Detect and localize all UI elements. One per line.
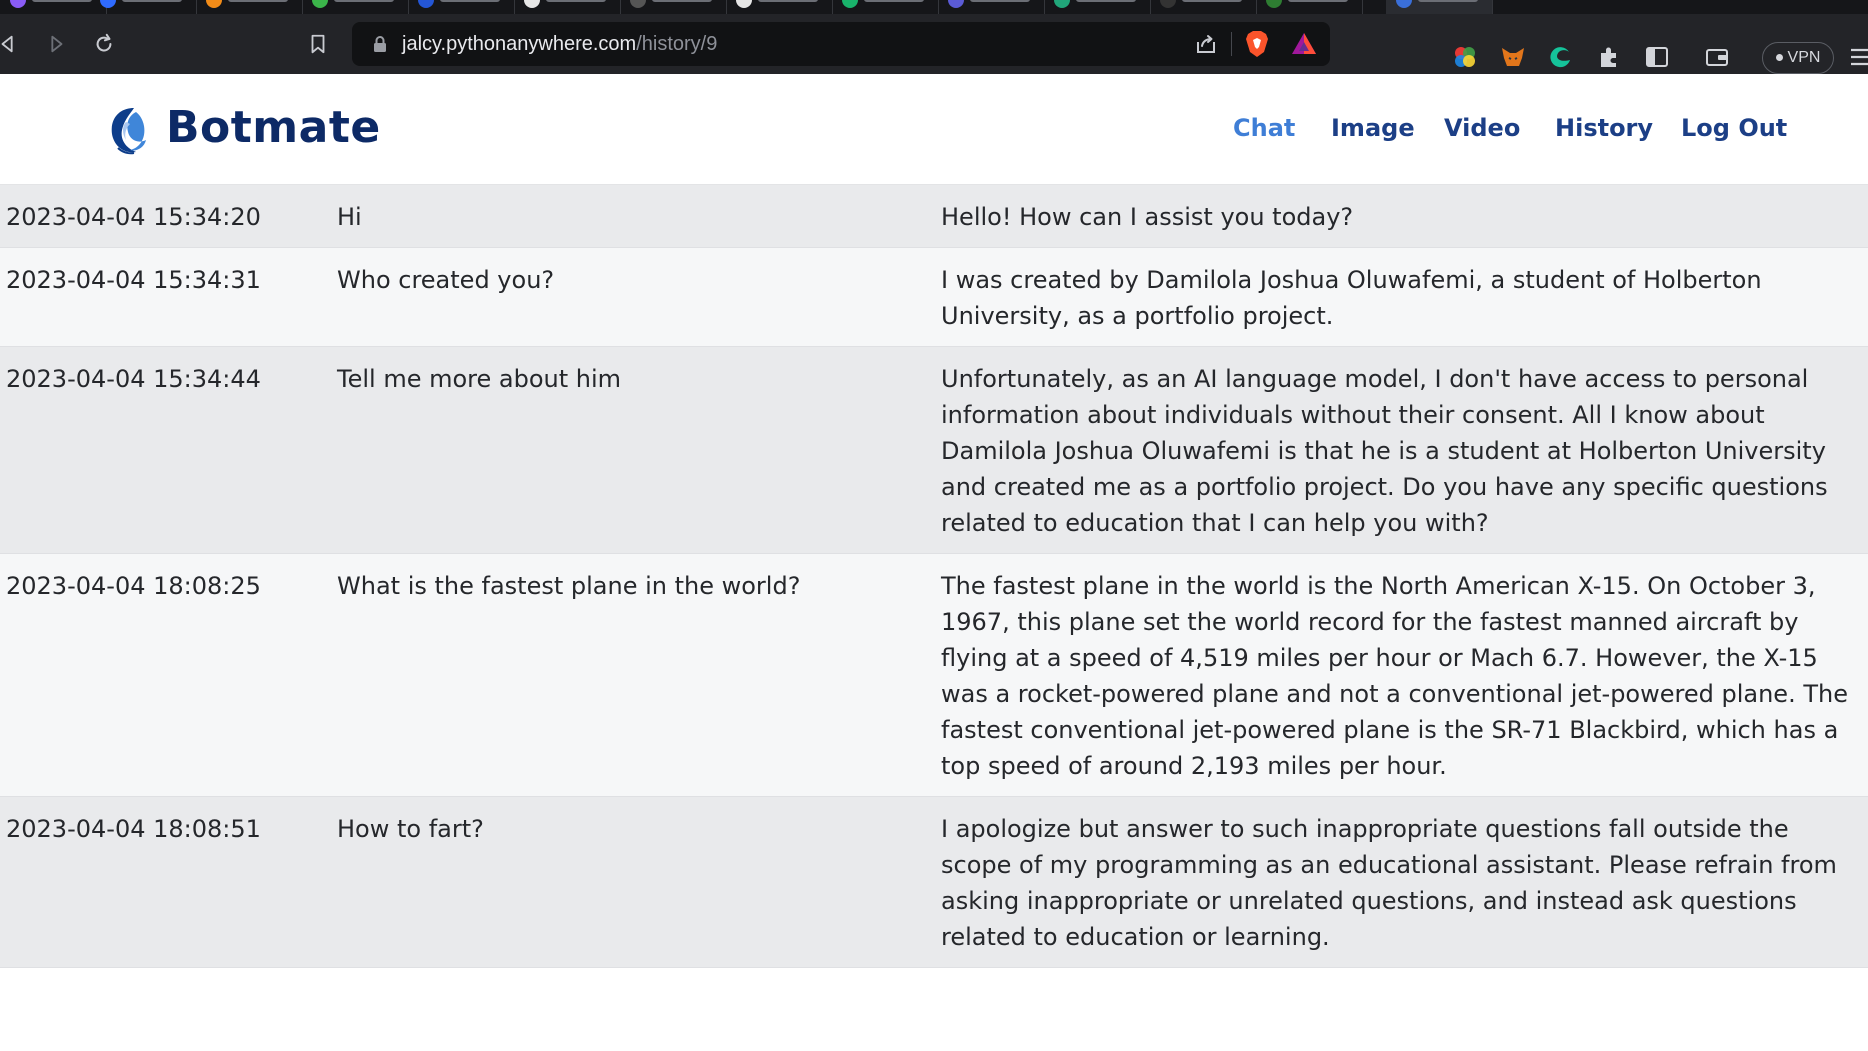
history-row: 2023-04-04 18:08:25 What is the fastest … bbox=[0, 554, 1868, 797]
vpn-label: VPN bbox=[1787, 49, 1821, 66]
browser-toolbar: jalcy.pythonanywhere.com/history/9 VPN bbox=[0, 14, 1868, 74]
chat-history-table: 2023-04-04 15:34:20 Hi Hello! How can I … bbox=[0, 185, 1868, 968]
vpn-status-dot bbox=[1775, 54, 1783, 62]
reload-icon bbox=[96, 33, 112, 52]
tab-favicon-icon bbox=[206, 0, 222, 8]
browser-tab[interactable] bbox=[1150, 0, 1257, 14]
row-timestamp: 2023-04-04 18:08:51 bbox=[6, 815, 261, 843]
row-timestamp: 2023-04-04 15:34:31 bbox=[6, 266, 261, 294]
share-icon[interactable] bbox=[1194, 32, 1218, 56]
row-timestamp: 2023-04-04 18:08:25 bbox=[6, 572, 261, 600]
history-row: 2023-04-04 15:34:44 Tell me more about h… bbox=[0, 347, 1868, 554]
forward-button[interactable] bbox=[42, 30, 70, 58]
browser-tab[interactable] bbox=[90, 0, 197, 14]
browser-tab[interactable] bbox=[1044, 0, 1151, 14]
forward-arrow-icon bbox=[51, 35, 63, 53]
tab-favicon-icon bbox=[1266, 0, 1282, 8]
tab-favicon-icon bbox=[630, 0, 646, 8]
reload-button[interactable] bbox=[90, 30, 118, 58]
history-row: 2023-04-04 18:08:51 How to fart? I apolo… bbox=[0, 797, 1868, 968]
browser-tab[interactable] bbox=[302, 0, 409, 14]
row-question: What is the fastest plane in the world? bbox=[337, 572, 801, 600]
browser-tab[interactable] bbox=[832, 0, 939, 14]
history-row: 2023-04-04 15:34:31 Who created you? I w… bbox=[0, 248, 1868, 347]
nav-logout-link[interactable]: Log Out bbox=[1681, 114, 1787, 142]
browser-tab[interactable] bbox=[1256, 0, 1363, 14]
vpn-button[interactable]: VPN bbox=[1762, 42, 1834, 74]
tab-favicon-icon bbox=[948, 0, 964, 8]
browser-tab[interactable] bbox=[726, 0, 833, 14]
row-question: Who created you? bbox=[337, 266, 555, 294]
tab-favicon-icon bbox=[418, 0, 434, 8]
site-header: Botmate Chat Image Video History Log Out bbox=[0, 74, 1868, 185]
row-question: Hi bbox=[337, 203, 362, 231]
tab-favicon-icon bbox=[10, 0, 26, 8]
tab-favicon-icon bbox=[524, 0, 540, 8]
back-button[interactable] bbox=[0, 30, 22, 58]
row-answer: The fastest plane in the world is the No… bbox=[941, 572, 1848, 780]
address-bar[interactable]: jalcy.pythonanywhere.com/history/9 bbox=[352, 22, 1330, 66]
browser-tab[interactable] bbox=[620, 0, 727, 14]
nav-video-link[interactable]: Video bbox=[1444, 114, 1520, 142]
browser-tab[interactable] bbox=[408, 0, 515, 14]
tab-favicon-icon bbox=[100, 0, 116, 8]
bookmark-button[interactable] bbox=[304, 30, 332, 58]
browser-tab[interactable] bbox=[938, 0, 1045, 14]
menu-icon[interactable] bbox=[1848, 44, 1868, 70]
lock-icon bbox=[374, 36, 386, 52]
tab-favicon-icon bbox=[842, 0, 858, 8]
bookmark-icon bbox=[311, 34, 325, 54]
row-question: Tell me more about him bbox=[337, 365, 622, 393]
nav-image-link[interactable]: Image bbox=[1331, 114, 1415, 142]
address-bar-divider bbox=[1231, 32, 1232, 56]
metamask-fox-icon[interactable] bbox=[1500, 44, 1526, 70]
row-answer: Hello! How can I assist you today? bbox=[941, 203, 1354, 231]
url-host: jalcy.pythonanywhere.com bbox=[402, 33, 637, 55]
brave-rewards-icon[interactable] bbox=[1290, 30, 1318, 58]
tab-favicon-icon bbox=[312, 0, 328, 8]
brand-name[interactable]: Botmate bbox=[166, 102, 381, 153]
browser-tab-active[interactable] bbox=[1386, 0, 1493, 14]
row-answer: Unfortunately, as an AI language model, … bbox=[941, 365, 1828, 537]
wallet-icon[interactable] bbox=[1704, 44, 1730, 70]
row-timestamp: 2023-04-04 15:34:44 bbox=[6, 365, 261, 393]
row-question: How to fart? bbox=[337, 815, 484, 843]
brave-shields-icon[interactable] bbox=[1244, 30, 1270, 58]
nav-chat-link[interactable]: Chat bbox=[1233, 114, 1295, 142]
browser-tab[interactable] bbox=[196, 0, 303, 14]
botmate-logo-icon[interactable] bbox=[104, 104, 152, 156]
url-text: jalcy.pythonanywhere.com/history/9 bbox=[402, 32, 717, 56]
extensions-puzzle-icon[interactable] bbox=[1596, 44, 1622, 70]
browser-tab-strip bbox=[0, 0, 1868, 14]
color-wheel-extension-icon[interactable] bbox=[1452, 44, 1478, 70]
browser-tab[interactable] bbox=[514, 0, 621, 14]
edge-style-extension-icon[interactable] bbox=[1548, 44, 1574, 70]
back-arrow-icon bbox=[1, 35, 13, 53]
history-row: 2023-04-04 15:34:20 Hi Hello! How can I … bbox=[0, 185, 1868, 248]
row-answer: I apologize but answer to such inappropr… bbox=[941, 815, 1837, 951]
tab-favicon-icon bbox=[1160, 0, 1176, 8]
nav-history-link[interactable]: History bbox=[1555, 114, 1653, 142]
tab-favicon-icon bbox=[1396, 0, 1412, 8]
row-timestamp: 2023-04-04 15:34:20 bbox=[6, 203, 261, 231]
url-path: /history/9 bbox=[636, 33, 718, 55]
tab-favicon-icon bbox=[736, 0, 752, 8]
tab-favicon-icon bbox=[1054, 0, 1070, 8]
sidebar-toggle-icon[interactable] bbox=[1644, 44, 1670, 70]
row-answer: I was created by Damilola Joshua Oluwafe… bbox=[941, 266, 1762, 330]
